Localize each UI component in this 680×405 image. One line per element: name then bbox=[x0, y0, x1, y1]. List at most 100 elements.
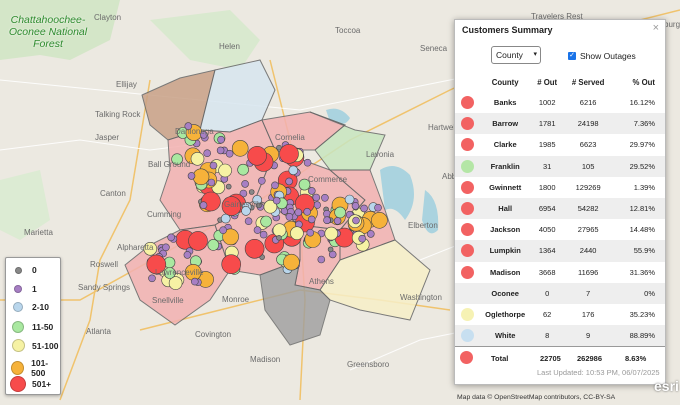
table-row[interactable]: Oglethorpe 62 176 35.23% bbox=[455, 304, 665, 325]
outage-marker[interactable] bbox=[323, 216, 331, 224]
outage-marker[interactable] bbox=[283, 253, 300, 271]
outage-marker[interactable] bbox=[271, 181, 279, 190]
outage-marker[interactable] bbox=[327, 246, 334, 253]
out-cell: 1364 bbox=[530, 240, 564, 262]
out-cell: 0 bbox=[530, 282, 564, 304]
status-dot bbox=[460, 223, 474, 237]
outage-marker[interactable] bbox=[253, 226, 262, 234]
outage-marker[interactable] bbox=[272, 196, 281, 205]
outage-marker[interactable] bbox=[333, 217, 342, 225]
table-row[interactable]: Barrow 1781 24198 7.36% bbox=[455, 113, 665, 135]
outage-marker[interactable] bbox=[190, 152, 205, 166]
place-label: Canton bbox=[100, 189, 126, 198]
header-out[interactable]: # Out bbox=[531, 73, 564, 92]
outage-marker[interactable] bbox=[371, 212, 388, 229]
outage-marker[interactable] bbox=[209, 161, 218, 170]
table-row[interactable]: Jackson 4050 27965 14.48% bbox=[455, 219, 665, 240]
outage-marker[interactable] bbox=[307, 187, 316, 195]
table-row[interactable]: Oconee 0 7 0% bbox=[455, 282, 665, 304]
outage-marker[interactable] bbox=[244, 217, 253, 225]
outage-marker[interactable] bbox=[167, 233, 175, 242]
legend-swatch bbox=[11, 339, 25, 352]
outage-marker[interactable] bbox=[216, 146, 225, 155]
outage-marker[interactable] bbox=[285, 213, 294, 221]
outage-marker[interactable] bbox=[303, 158, 312, 167]
outage-marker[interactable] bbox=[279, 144, 299, 164]
outage-marker[interactable] bbox=[257, 177, 266, 185]
outage-marker[interactable] bbox=[218, 163, 232, 178]
total-out: 22705 bbox=[540, 354, 561, 363]
outage-marker[interactable] bbox=[307, 215, 316, 224]
outage-marker[interactable] bbox=[219, 226, 227, 234]
served-cell: 2440 bbox=[563, 240, 613, 262]
outage-marker[interactable] bbox=[192, 168, 210, 186]
select-value: County bbox=[496, 50, 523, 60]
outage-marker[interactable] bbox=[244, 239, 265, 259]
outage-marker[interactable] bbox=[191, 277, 199, 286]
outage-marker[interactable] bbox=[272, 223, 287, 237]
outage-marker[interactable] bbox=[260, 215, 272, 228]
total-pct: 8.63% bbox=[625, 354, 647, 363]
outage-marker[interactable] bbox=[203, 149, 211, 157]
outage-marker[interactable] bbox=[237, 163, 249, 176]
served-cell: 54282 bbox=[563, 197, 613, 220]
table-row[interactable]: Banks 1002 6216 16.12% bbox=[455, 92, 665, 113]
outage-marker[interactable] bbox=[241, 180, 249, 188]
header-served[interactable]: # Served bbox=[564, 73, 613, 92]
outage-marker[interactable] bbox=[360, 204, 368, 213]
outage-marker[interactable] bbox=[225, 183, 232, 190]
outage-marker[interactable] bbox=[162, 243, 170, 252]
outage-marker[interactable] bbox=[207, 239, 220, 251]
outage-marker[interactable] bbox=[290, 226, 304, 240]
outage-marker[interactable] bbox=[183, 251, 192, 259]
outage-marker[interactable] bbox=[199, 201, 208, 209]
table-row[interactable]: Lumpkin 1364 2440 55.9% bbox=[455, 240, 665, 262]
outage-marker[interactable] bbox=[312, 193, 321, 202]
outage-marker[interactable] bbox=[225, 149, 234, 158]
outage-marker[interactable] bbox=[217, 135, 225, 144]
map-attribution[interactable]: Map data © OpenStreetMap contributors, C… bbox=[457, 394, 615, 401]
outage-marker[interactable] bbox=[344, 194, 355, 205]
status-dot bbox=[460, 265, 474, 279]
outage-marker[interactable] bbox=[366, 230, 375, 238]
outage-marker[interactable] bbox=[259, 230, 268, 239]
outage-marker[interactable] bbox=[247, 146, 267, 166]
outage-marker[interactable] bbox=[317, 255, 326, 264]
outage-marker[interactable] bbox=[207, 178, 216, 187]
customers-summary-panel: Customers Summary × County ▾ ✓ Show Outa… bbox=[454, 19, 666, 385]
outage-marker[interactable] bbox=[231, 140, 249, 157]
header-county[interactable]: County bbox=[480, 73, 531, 92]
close-icon[interactable]: × bbox=[653, 22, 659, 34]
outage-marker[interactable] bbox=[321, 194, 329, 202]
outage-marker[interactable] bbox=[285, 177, 293, 186]
outage-marker[interactable] bbox=[248, 189, 255, 195]
out-cell: 31 bbox=[530, 155, 564, 177]
outage-marker[interactable] bbox=[352, 216, 360, 225]
table-row[interactable]: Hall 6954 54282 12.81% bbox=[455, 197, 665, 220]
group-by-select[interactable]: County ▾ bbox=[491, 46, 541, 64]
outage-marker[interactable] bbox=[303, 208, 312, 216]
county-cell: Oglethorpe bbox=[485, 309, 526, 319]
outage-marker[interactable] bbox=[188, 231, 208, 251]
outage-marker[interactable] bbox=[351, 202, 360, 210]
pct-cell: 29.97% bbox=[629, 140, 655, 150]
table-row[interactable]: White 8 9 88.89% bbox=[455, 325, 665, 347]
outage-marker[interactable] bbox=[334, 206, 346, 219]
outage-marker[interactable] bbox=[294, 208, 303, 217]
outage-marker[interactable] bbox=[324, 226, 339, 241]
table-row[interactable]: Madison 3668 11696 31.36% bbox=[455, 262, 665, 283]
show-outages-checkbox[interactable]: ✓ bbox=[568, 52, 576, 60]
outage-marker[interactable] bbox=[187, 172, 196, 180]
place-label: Snellville bbox=[152, 296, 184, 305]
table-row[interactable]: Gwinnett 1800 129269 1.39% bbox=[455, 177, 665, 198]
table-row[interactable]: Franklin 31 105 29.52% bbox=[455, 155, 665, 177]
legend-label: 0 bbox=[32, 265, 37, 275]
table-row[interactable]: Clarke 1985 6623 29.97% bbox=[455, 134, 665, 155]
outage-marker[interactable] bbox=[358, 234, 367, 243]
outage-marker[interactable] bbox=[306, 228, 315, 237]
outage-marker[interactable] bbox=[276, 235, 282, 241]
outage-marker[interactable] bbox=[288, 165, 299, 176]
outage-marker[interactable] bbox=[374, 203, 382, 212]
outage-marker[interactable] bbox=[221, 254, 241, 275]
header-pct-out[interactable]: % Out bbox=[613, 73, 665, 92]
